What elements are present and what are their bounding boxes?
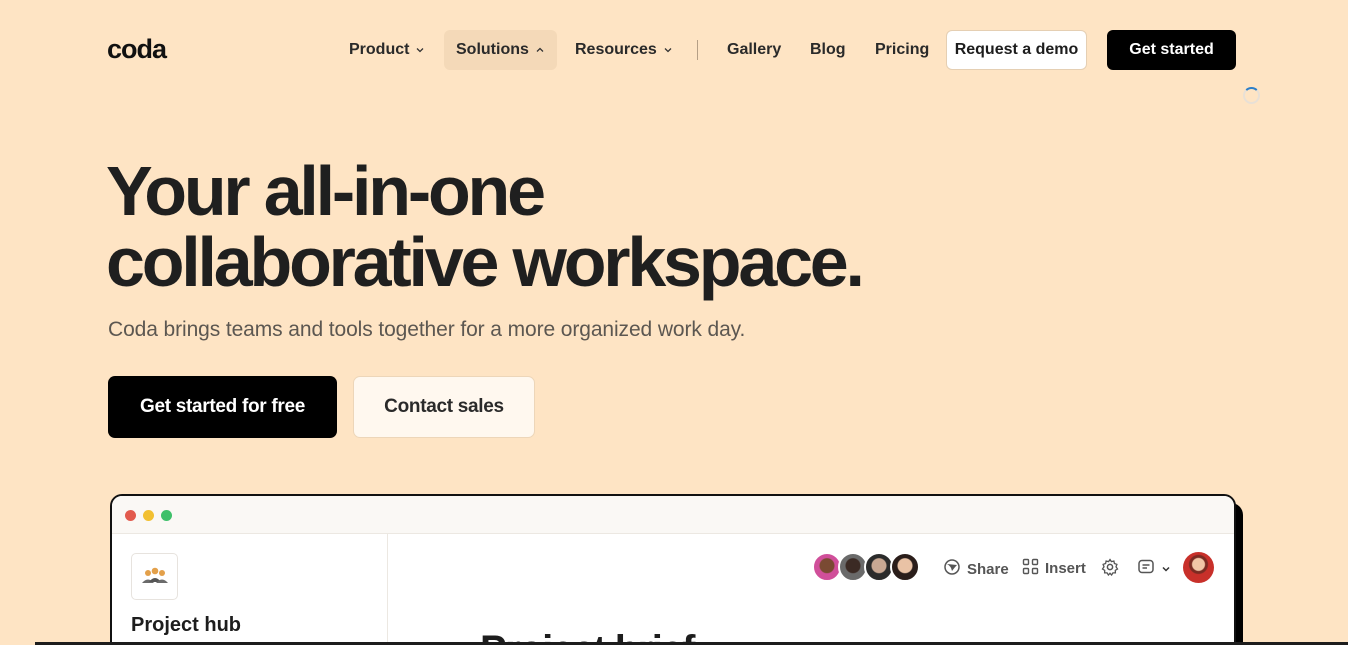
nav-gallery[interactable]: Gallery [715,30,793,70]
chevron-down-icon [415,45,425,55]
get-started-free-button[interactable]: Get started for free [108,376,337,438]
doc-sidebar: Project hub [112,534,388,645]
comments-menu-button[interactable] [1137,558,1171,580]
nav-resources[interactable]: Resources [563,30,685,70]
nav-resources-label: Resources [575,41,657,58]
share-button[interactable]: Share [943,558,1009,580]
app-preview-window: Project hub Share Insert [110,494,1236,645]
window-close-dot [125,510,136,521]
people-group-icon [131,553,178,600]
loading-spinner-icon [1243,87,1260,104]
chevron-down-icon [1161,561,1171,578]
insert-label: Insert [1045,560,1086,577]
collaborator-avatars[interactable] [812,552,922,582]
user-avatar[interactable] [1183,552,1214,583]
window-titlebar [112,496,1234,534]
contact-sales-button[interactable]: Contact sales [353,376,535,438]
get-started-button[interactable]: Get started [1107,30,1236,70]
chevron-down-icon [663,45,673,55]
nav-divider [697,40,698,60]
sidebar-doc-title[interactable]: Project hub [131,614,241,637]
top-navigation: coda Product Solutions Resources Gallery… [0,0,1348,104]
nav-blog[interactable]: Blog [798,30,858,70]
nav-pricing[interactable]: Pricing [863,30,941,70]
nav-solutions[interactable]: Solutions [444,30,557,70]
request-demo-button[interactable]: Request a demo [946,30,1087,70]
insert-button[interactable]: Insert [1022,558,1086,579]
nav-solutions-label: Solutions [456,41,529,58]
window-minimize-dot [143,510,154,521]
nav-product[interactable]: Product [337,30,437,70]
nav-product-label: Product [349,41,410,58]
grid-icon [1022,558,1039,579]
hero-title-line-2: collaborative workspace. [106,223,865,301]
share-label: Share [967,560,1009,578]
coda-logo[interactable]: coda [107,34,167,65]
window-maximize-dot [161,510,172,521]
gear-icon [1101,558,1119,580]
chevron-up-icon [535,45,545,55]
avatar [890,552,920,582]
hero-title: Your all-in-one collaborative workspace. [106,156,865,301]
globe-icon [943,558,961,580]
hero-subtitle: Coda brings teams and tools together for… [108,318,746,341]
hero-title-line-1: Your all-in-one [106,152,546,230]
comment-icon [1137,558,1155,580]
settings-button[interactable] [1101,558,1119,580]
